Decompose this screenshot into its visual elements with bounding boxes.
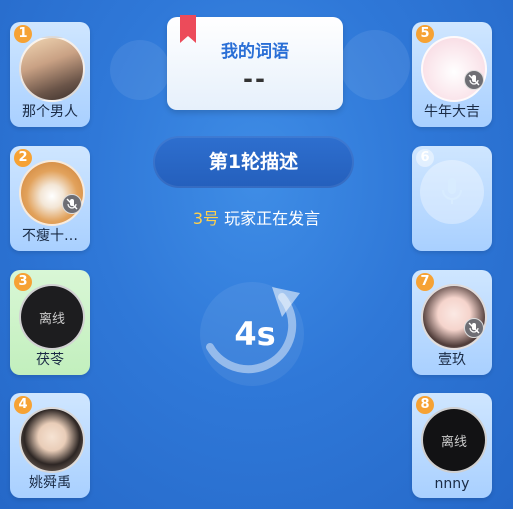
background-decoration <box>110 40 170 100</box>
round-label: 第1轮描述 <box>153 136 354 188</box>
player-seat-4[interactable]: 4 姚舜禹 <box>10 393 90 498</box>
player-name: 那个男人 <box>22 104 78 120</box>
seat-number-badge: 1 <box>14 25 32 43</box>
background-decoration <box>340 30 410 100</box>
word-card-title: 我的词语 <box>221 42 289 62</box>
offline-label: 离线 <box>440 435 467 450</box>
seat-number-badge: 8 <box>416 396 434 414</box>
offline-label: 离线 <box>38 312 65 327</box>
player-name: 茯苓 <box>36 352 64 368</box>
seat-number-badge: 4 <box>14 396 32 414</box>
avatar: 离线 <box>421 407 487 473</box>
seat-number-badge: 7 <box>416 273 434 291</box>
speaker-number: 3号 <box>192 209 220 228</box>
mic-muted-icon <box>464 70 484 90</box>
player-seat-7[interactable]: 7 壹玖 <box>412 270 492 375</box>
player-seat-6[interactable]: 6 <box>412 146 492 251</box>
my-word-card: 我的词语 -- <box>167 15 343 110</box>
player-seat-8[interactable]: 8 离线 nnny <box>412 393 492 498</box>
player-seat-3[interactable]: 3 离线 茯苓 <box>10 270 90 375</box>
avatar <box>421 36 487 102</box>
player-name: 姚舜禹 <box>29 475 71 491</box>
player-seat-1[interactable]: 1 那个男人 <box>10 22 90 127</box>
speaker-status: 3号 玩家正在发言 <box>0 205 513 229</box>
player-seat-2[interactable]: 2 不瘦十… <box>10 146 90 251</box>
player-name: 牛年大吉 <box>424 104 480 120</box>
word-card-value: -- <box>243 65 267 93</box>
avatar <box>19 36 85 102</box>
seat-number-badge: 5 <box>416 25 434 43</box>
countdown-timer: 4s <box>190 277 320 387</box>
player-seat-5[interactable]: 5 牛年大吉 <box>412 22 492 127</box>
avatar <box>19 407 85 473</box>
player-name: 壹玖 <box>438 352 466 368</box>
mic-muted-icon <box>464 318 484 338</box>
avatar: 离线 <box>19 284 85 350</box>
seat-number-badge: 2 <box>14 149 32 167</box>
seat-number-badge: 3 <box>14 273 32 291</box>
timer-value: 4s <box>234 315 276 353</box>
avatar <box>421 284 487 350</box>
player-name: nnny <box>434 476 470 492</box>
speaker-text: 玩家正在发言 <box>224 209 321 228</box>
